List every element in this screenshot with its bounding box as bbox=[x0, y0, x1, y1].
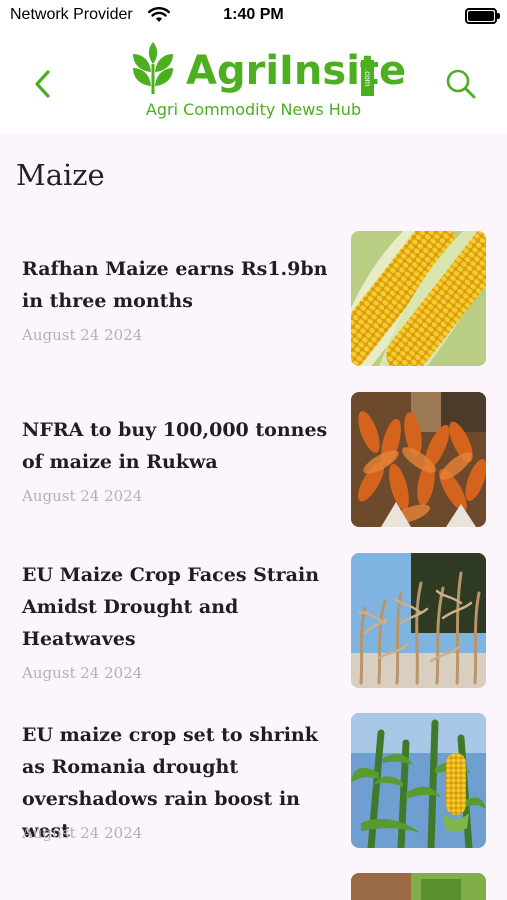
status-bar: Network Provider 1:40 PM bbox=[0, 0, 507, 32]
next-article-thumbnail-partial[interactable] bbox=[351, 873, 486, 900]
article-date: August 24 2024 bbox=[22, 664, 143, 682]
clock-label: 1:40 PM bbox=[223, 6, 284, 23]
battery-icon bbox=[465, 8, 500, 24]
app-logo: AgriInsite .com bbox=[130, 40, 406, 100]
news-list-item[interactable]: EU maize crop set to shrink as Romania d… bbox=[0, 713, 507, 853]
search-button[interactable] bbox=[443, 66, 479, 102]
harvested-maize-pile-image bbox=[351, 392, 486, 527]
dry-maize-field-image bbox=[351, 553, 486, 688]
news-list-item[interactable]: EU Maize Crop Faces Strain Amidst Drough… bbox=[0, 553, 507, 693]
back-button[interactable] bbox=[28, 64, 60, 104]
article-title: NFRA to buy 100,000 tonnes of maize in R… bbox=[22, 419, 328, 473]
article-title: EU Maize Crop Faces Strain Amidst Drough… bbox=[22, 564, 320, 650]
app-header: AgriInsite .com Agri Commodity News Hub bbox=[0, 32, 507, 134]
logo-com-badge: .com bbox=[361, 60, 374, 96]
news-list-item[interactable]: NFRA to buy 100,000 tonnes of maize in R… bbox=[0, 392, 507, 532]
article-date: August 24 2024 bbox=[22, 824, 143, 842]
chevron-left-icon bbox=[35, 70, 50, 98]
article-title: Rafhan Maize earns Rs1.9bn in three mont… bbox=[22, 258, 328, 312]
article-date: August 24 2024 bbox=[22, 326, 143, 344]
corn-cobs-image bbox=[351, 231, 486, 366]
app-tagline: Agri Commodity News Hub bbox=[145, 100, 362, 119]
maize-plant-cob-image bbox=[351, 713, 486, 848]
search-icon bbox=[446, 69, 476, 99]
news-list-item[interactable]: Rafhan Maize earns Rs1.9bn in three mont… bbox=[0, 231, 507, 371]
article-date: August 24 2024 bbox=[22, 487, 143, 505]
leaf-logo-icon bbox=[133, 42, 173, 94]
page-title: Maize bbox=[16, 158, 105, 192]
